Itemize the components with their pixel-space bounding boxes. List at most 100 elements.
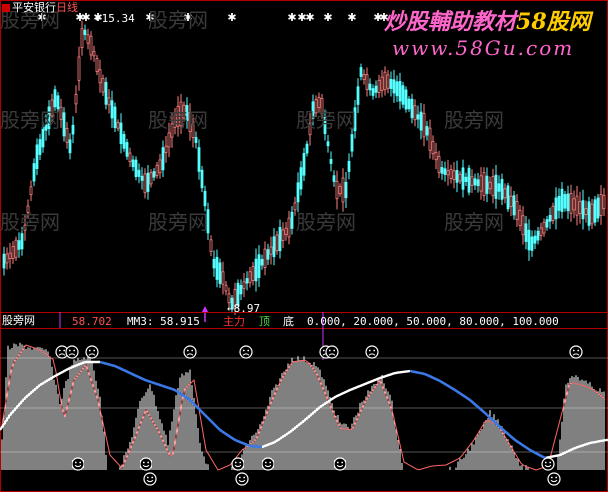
level-value: 100.000 bbox=[512, 315, 559, 328]
candle-body bbox=[521, 215, 525, 236]
candle-body bbox=[245, 278, 249, 284]
candle-body bbox=[431, 141, 435, 155]
bottom-signal-icon-outline bbox=[143, 472, 157, 486]
candle-body bbox=[221, 271, 225, 285]
top-signal-icon-eye bbox=[63, 349, 66, 352]
top-signal-icon-outline bbox=[325, 345, 339, 359]
candle-body bbox=[551, 205, 555, 221]
candle-body bbox=[134, 159, 138, 177]
candle-body bbox=[305, 143, 309, 154]
site-url: www.58Gu.com bbox=[392, 36, 575, 60]
candle-body bbox=[164, 145, 168, 153]
candle-body bbox=[140, 175, 144, 181]
candle-body bbox=[455, 170, 459, 183]
menu-box-icon[interactable] bbox=[2, 4, 10, 12]
candle-body bbox=[26, 205, 30, 213]
candle-body bbox=[530, 236, 534, 251]
candle-body bbox=[344, 181, 348, 199]
candle-body bbox=[260, 258, 264, 266]
candle-body bbox=[251, 266, 255, 281]
bottom-signal-icon-eye bbox=[238, 476, 241, 479]
candle-body bbox=[47, 106, 51, 129]
candle-body bbox=[338, 185, 342, 195]
candle-body bbox=[32, 163, 36, 182]
candle-body bbox=[335, 180, 339, 200]
candle-body bbox=[149, 172, 153, 185]
top-signal-icon-eye bbox=[68, 349, 71, 352]
bottom-signal-icon-eye bbox=[341, 461, 344, 464]
candle-body bbox=[413, 105, 417, 121]
candle-body bbox=[581, 200, 585, 220]
candle-body bbox=[89, 35, 93, 56]
candle-body bbox=[395, 81, 399, 97]
candle-body bbox=[35, 144, 39, 170]
candle-body bbox=[113, 106, 117, 129]
top-signal-icon-eye bbox=[247, 349, 250, 352]
bottom-signal-icon-outline bbox=[541, 457, 555, 471]
candle-body bbox=[119, 122, 123, 145]
top-signal-icon bbox=[239, 345, 253, 359]
candle-body bbox=[437, 156, 441, 173]
candle-body bbox=[356, 86, 360, 105]
candle-body bbox=[545, 219, 549, 228]
candle-body bbox=[470, 176, 474, 186]
candle-body bbox=[23, 224, 27, 231]
candle-body bbox=[59, 106, 63, 120]
stock-name-text: 平安银行 bbox=[12, 1, 56, 14]
candle-body bbox=[518, 209, 522, 226]
candle-body bbox=[242, 281, 246, 289]
candle-body bbox=[83, 29, 87, 36]
candle-body bbox=[197, 147, 201, 172]
candle-body bbox=[125, 142, 129, 157]
candle-body bbox=[539, 227, 543, 236]
candle-body bbox=[389, 79, 393, 89]
candle-body bbox=[62, 112, 66, 137]
candle-body bbox=[71, 124, 75, 135]
candle-body bbox=[500, 178, 504, 200]
candle-body bbox=[488, 181, 492, 190]
candle-body bbox=[497, 183, 501, 192]
candle-body bbox=[80, 28, 84, 49]
bottom-signal-icon-eye bbox=[555, 476, 558, 479]
bottom-signal-icon-eye bbox=[79, 461, 82, 464]
candle-body bbox=[386, 74, 390, 89]
bottom-signal-icon bbox=[143, 472, 157, 486]
candle-body bbox=[137, 169, 141, 177]
level-value: 20.000 bbox=[353, 315, 394, 328]
candle-body bbox=[20, 233, 24, 250]
bottom-signal-icon bbox=[139, 457, 153, 471]
bottom-signal-icon bbox=[231, 457, 245, 471]
low-price-value: 8.97 bbox=[233, 302, 261, 315]
candle-body bbox=[422, 113, 426, 138]
candle-body bbox=[152, 171, 156, 178]
level-values: 0.000, 20.000, 50.000, 80.000, 100.000 bbox=[307, 315, 559, 328]
top-signal-icon bbox=[85, 345, 99, 359]
candle-body bbox=[434, 151, 438, 161]
candle-body bbox=[101, 78, 105, 93]
bottom-signal-icon bbox=[71, 457, 85, 471]
candle-body bbox=[263, 248, 267, 268]
mm3-label: MM3: 58.915 bbox=[127, 315, 200, 328]
chart-stage: ✱ ✱ ✱ ✱ ✱ ✱ ✱ ✱ ✱ ✱ ✱ ✱ ✱ ✱ 股旁网 股旁网 股旁网 股旁网 股旁网 股旁网 股… bbox=[0, 0, 608, 492]
candle-body bbox=[350, 134, 354, 152]
candle-body bbox=[392, 79, 396, 94]
bottom-signal-icon bbox=[541, 457, 555, 471]
candle-body bbox=[575, 195, 579, 216]
candle-body bbox=[596, 197, 600, 219]
candle-body bbox=[419, 111, 423, 131]
top-signal-icon-eye bbox=[186, 349, 189, 352]
candle-body bbox=[464, 176, 468, 182]
top-signal-icon-eye bbox=[577, 349, 580, 352]
candle-body bbox=[50, 99, 54, 117]
candle-body bbox=[404, 89, 408, 110]
candle-body bbox=[203, 190, 207, 207]
candle-body bbox=[2, 253, 6, 269]
candle-body bbox=[182, 104, 186, 119]
site-brand: 58股网 bbox=[516, 9, 591, 35]
top-signal-icon bbox=[365, 345, 379, 359]
candle-body bbox=[479, 175, 483, 192]
candle-body bbox=[425, 126, 429, 136]
bottom-signal-icon-eye bbox=[142, 461, 145, 464]
candle-body bbox=[110, 100, 114, 119]
top-signal-icon bbox=[325, 345, 339, 359]
